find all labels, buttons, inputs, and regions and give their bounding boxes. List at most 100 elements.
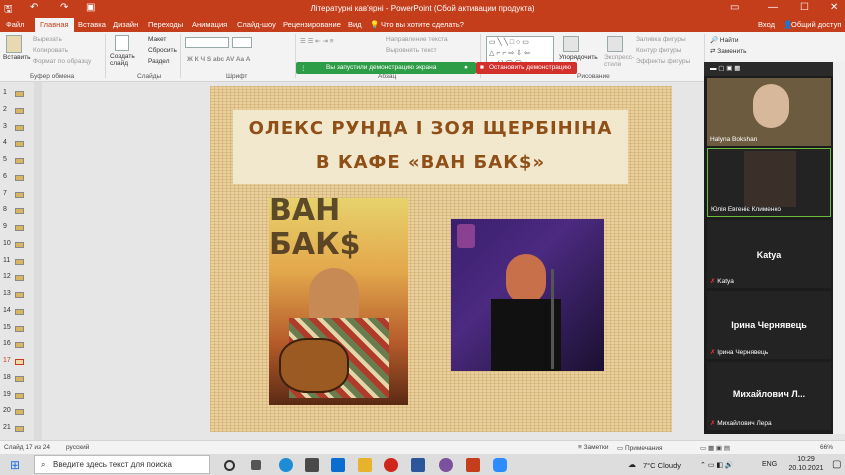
photo-guitarist[interactable]: ВАН БАК$ bbox=[269, 198, 408, 405]
find-button[interactable]: 🔎 Найти bbox=[710, 36, 738, 44]
tab-slideshow[interactable]: Слайд-шоу bbox=[237, 18, 276, 32]
store-icon[interactable] bbox=[305, 458, 319, 472]
taskbar-search[interactable]: ⌕ Введите здесь текст для поиска bbox=[34, 455, 210, 474]
thumbnail-image[interactable] bbox=[15, 258, 24, 265]
thumbnails-scrollbar[interactable] bbox=[34, 82, 42, 440]
zoom-level[interactable]: 66% bbox=[820, 444, 833, 451]
viber-icon[interactable] bbox=[439, 458, 453, 472]
slide-title-box[interactable]: ОЛЕКС РУНДА І ЗОЯ ЩЕРБІНІНА В КАФЕ «ВАН … bbox=[233, 110, 628, 184]
thumbnail-image[interactable] bbox=[15, 241, 24, 248]
thumbnail-number[interactable]: 17 bbox=[3, 357, 11, 364]
thumbnail-number[interactable]: 16 bbox=[3, 340, 11, 347]
stop-share-button[interactable]: ■ Остановить демонстрацию bbox=[476, 62, 577, 74]
quick-styles-icon[interactable] bbox=[607, 36, 623, 52]
restore-ribbon-icon[interactable]: ▭ bbox=[730, 2, 739, 13]
input-language[interactable]: ENG bbox=[762, 461, 777, 468]
bold-icon[interactable]: Ж К Ч S abc AV Aa A bbox=[187, 56, 250, 63]
participant-tile-lera[interactable]: Михайлович Л... ✗ Михайлович Лера bbox=[707, 362, 831, 430]
tab-transitions[interactable]: Переходы bbox=[148, 18, 183, 32]
thumbnail-image[interactable] bbox=[15, 359, 24, 365]
thumbnail-image[interactable] bbox=[15, 141, 24, 148]
thumbnail-number[interactable]: 15 bbox=[3, 324, 11, 331]
arrange-icon[interactable] bbox=[563, 36, 579, 52]
thumbnail-number[interactable]: 1 bbox=[3, 89, 7, 96]
word-icon[interactable] bbox=[411, 458, 425, 472]
shape-outline-button[interactable]: Контур фигуры bbox=[636, 47, 681, 54]
sidebar-scrollbar[interactable] bbox=[833, 62, 845, 434]
paste-button[interactable]: Вставить bbox=[3, 54, 31, 61]
thumbnail-number[interactable]: 9 bbox=[3, 223, 7, 230]
thumbnail-number[interactable]: 2 bbox=[3, 106, 7, 113]
cut-button[interactable]: Вырезать bbox=[33, 36, 62, 43]
edge-icon[interactable] bbox=[279, 458, 293, 472]
windows-start-icon[interactable]: ⊞ bbox=[10, 458, 20, 472]
shape-effects-button[interactable]: Эффекты фигуры bbox=[636, 58, 690, 65]
list-icons[interactable]: ☰ ☰ ⇤ ⇥ ≡ bbox=[300, 37, 334, 45]
thumbnail-number[interactable]: 12 bbox=[3, 273, 11, 280]
tab-insert[interactable]: Вставка bbox=[78, 18, 106, 32]
thumbnail-image[interactable] bbox=[15, 91, 24, 97]
tab-file[interactable]: Файл bbox=[6, 18, 24, 32]
tab-view[interactable]: Вид bbox=[348, 18, 362, 32]
view-icons[interactable]: ▭ ▦ ▣ ▤ bbox=[700, 444, 730, 452]
thumbnail-image[interactable] bbox=[15, 409, 24, 416]
clipboard-icon[interactable] bbox=[6, 35, 22, 53]
zoom-icon[interactable] bbox=[493, 458, 507, 472]
thumbnail-image[interactable] bbox=[15, 275, 24, 282]
shape-fill-button[interactable]: Заливка фигуры bbox=[636, 36, 686, 43]
explorer-icon[interactable] bbox=[358, 458, 372, 472]
new-slide-button[interactable]: Создать слайд bbox=[110, 53, 138, 67]
quick-styles-button[interactable]: Экспресс-стили bbox=[604, 54, 634, 68]
participant-tile-halyna[interactable]: Halyna Bokshan bbox=[707, 78, 831, 146]
language-indicator[interactable]: русский bbox=[66, 444, 89, 451]
tab-animations[interactable]: Анимация bbox=[192, 18, 227, 32]
tray-icons[interactable]: ⌃ ▭ ◧ 🔊 bbox=[700, 461, 734, 469]
thumbnail-number[interactable]: 18 bbox=[3, 374, 11, 381]
maximize-icon[interactable]: ☐ bbox=[800, 2, 809, 13]
clock-time[interactable]: 10:29 bbox=[786, 456, 826, 463]
thumbnail-number[interactable]: 6 bbox=[3, 173, 7, 180]
minimize-panel-icon[interactable]: ▬ ▢ ▣ ▦ bbox=[710, 64, 740, 72]
thumbnail-number[interactable]: 5 bbox=[3, 156, 7, 163]
align-text-button[interactable]: Выровнять текст bbox=[386, 47, 437, 54]
replace-button[interactable]: ⇄ Заменить bbox=[710, 47, 746, 55]
thumbnail-image[interactable] bbox=[15, 325, 24, 332]
section-button[interactable]: Раздел bbox=[148, 58, 169, 65]
new-slide-icon[interactable] bbox=[115, 35, 129, 51]
thumbnail-number[interactable]: 8 bbox=[3, 206, 7, 213]
cortana-icon[interactable] bbox=[224, 460, 235, 471]
opera-icon[interactable] bbox=[384, 458, 398, 472]
tell-me-search[interactable]: Что вы хотите сделать? bbox=[381, 18, 464, 32]
tab-review[interactable]: Рецензирование bbox=[283, 18, 341, 32]
font-size-box[interactable] bbox=[232, 37, 252, 48]
participant-tile-iryna[interactable]: Ірина Чернявець ✗ Ірина Чернявець bbox=[707, 291, 831, 359]
thumbnail-image[interactable] bbox=[15, 174, 24, 181]
tab-design[interactable]: Дизайн bbox=[113, 18, 138, 32]
thumbnail-image[interactable] bbox=[15, 292, 24, 298]
signin-link[interactable]: Вход bbox=[758, 18, 775, 32]
participant-tile-katya[interactable]: Katya ✗ Katya bbox=[707, 220, 831, 288]
font-name-box[interactable] bbox=[185, 37, 229, 48]
photo-singer[interactable] bbox=[451, 219, 604, 371]
thumbnail-number[interactable]: 13 bbox=[3, 290, 11, 297]
thumbnail-number[interactable]: 21 bbox=[3, 424, 11, 431]
thumbnail-image[interactable] bbox=[15, 375, 24, 382]
thumbnail-image[interactable] bbox=[15, 426, 24, 432]
thumbnail-number[interactable]: 19 bbox=[3, 391, 11, 398]
mail-icon[interactable] bbox=[331, 458, 345, 472]
thumbnail-image[interactable] bbox=[15, 107, 24, 114]
arrange-button[interactable]: Упорядочить bbox=[559, 54, 598, 61]
comments-button[interactable]: ▭ Примечания bbox=[617, 444, 662, 452]
thumbnail-image[interactable] bbox=[15, 225, 24, 231]
minimize-icon[interactable]: — bbox=[768, 2, 778, 13]
clock-date[interactable]: 20.10.2021 bbox=[783, 465, 829, 472]
thumbnail-number[interactable]: 3 bbox=[3, 123, 7, 130]
thumbnail-image[interactable] bbox=[15, 208, 24, 215]
close-icon[interactable]: ✕ bbox=[830, 2, 838, 13]
layout-button[interactable]: Макет bbox=[148, 36, 166, 43]
notifications-icon[interactable]: ▢ bbox=[832, 459, 841, 470]
tab-home[interactable]: Главная bbox=[35, 18, 74, 32]
share-button[interactable]: Общий доступ bbox=[791, 18, 841, 32]
copy-button[interactable]: Копировать bbox=[33, 47, 68, 54]
weather-text[interactable]: 7°C Cloudy bbox=[643, 461, 681, 470]
